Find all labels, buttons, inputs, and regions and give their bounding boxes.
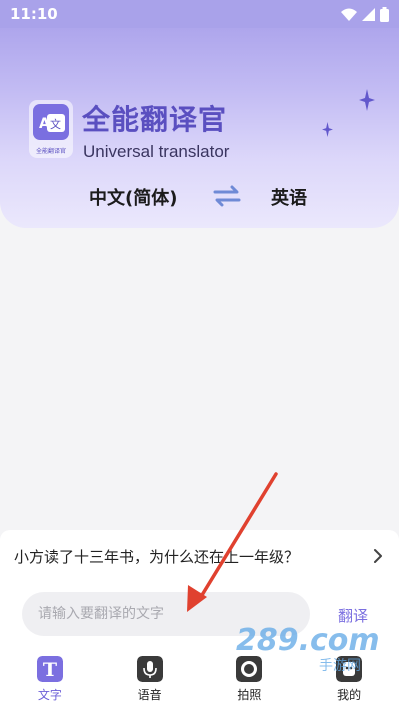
tab-label: 语音 [137,688,162,702]
app-logo-icon: A 文 全能翻译官 [29,100,73,158]
source-language-button[interactable]: 中文(简体) [89,184,177,210]
translate-button[interactable]: 翻译 [338,605,368,626]
suggestion-text: 小方读了十三年书，为什么还在上一年级？ [14,548,300,566]
chevron-right-icon[interactable] [373,548,383,564]
logo-caption: 全能翻译官 [36,147,66,155]
tab-voice[interactable]: 语音 [100,654,200,709]
translation-result-area [0,228,399,530]
tab-label: 文字 [37,688,62,702]
bottom-tab-bar: T 文字 语音 拍照 我的 [0,654,399,709]
translate-input-bar [22,592,310,636]
status-icons [341,6,389,22]
language-selector: 中文(简体) 英语 [0,180,399,212]
tab-profile[interactable]: 我的 [299,654,399,709]
header-banner: A 文 全能翻译官 全能翻译官 Universal translator 中文(… [0,0,399,228]
sparkle-icon [322,122,333,137]
suggestion-row[interactable]: 小方读了十三年书，为什么还在上一年级？ [0,538,399,574]
tab-label: 我的 [337,688,362,702]
app-title: 全能翻译官 [82,103,228,136]
text-icon-glyph: T [43,659,57,681]
text-icon: T [36,656,63,682]
translate-input[interactable] [38,592,298,636]
status-bar: 11:10 [0,0,399,28]
camera-icon [236,656,263,682]
input-panel: 小方读了十三年书，为什么还在上一年级？ 翻译 T 文字 语音 [0,530,399,709]
microphone-icon [136,656,163,682]
wifi-icon [341,8,357,21]
logo-glyph-wen: 文 [50,117,61,131]
signal-icon [362,7,375,21]
tab-text[interactable]: T 文字 [0,654,100,709]
battery-icon [380,6,389,22]
sparkle-icon [359,89,375,111]
tab-camera[interactable]: 拍照 [200,654,300,709]
tab-label: 拍照 [237,688,262,702]
swap-arrows-icon[interactable] [212,185,242,207]
target-language-button[interactable]: 英语 [271,184,307,210]
app-subtitle: Universal translator [83,142,230,161]
profile-icon [336,656,363,682]
status-time: 11:10 [10,5,58,23]
